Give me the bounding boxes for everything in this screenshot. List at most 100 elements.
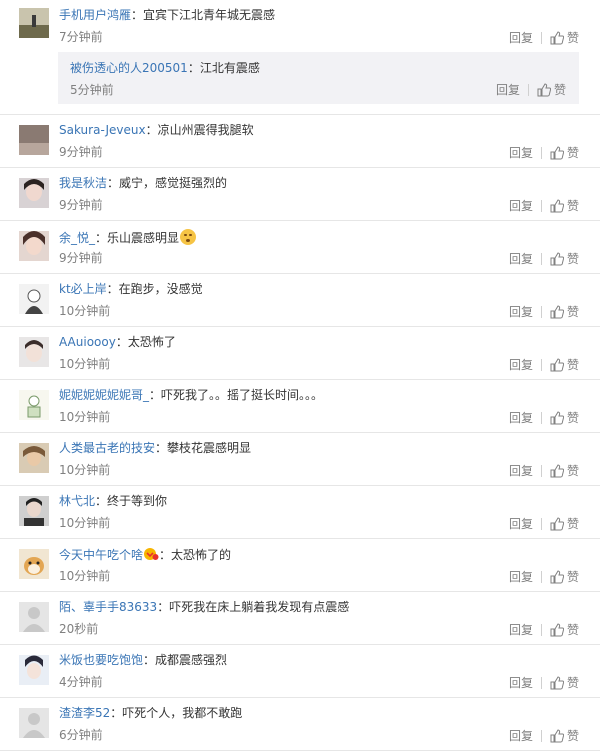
avatar[interactable] bbox=[19, 125, 49, 155]
like-button[interactable]: 赞 bbox=[537, 81, 566, 98]
divider bbox=[540, 676, 542, 689]
comment-username[interactable]: AAuioooy bbox=[59, 335, 116, 349]
like-button[interactable]: 赞 bbox=[550, 197, 579, 214]
like-button[interactable]: 赞 bbox=[550, 356, 579, 373]
comment-text: ：太恐怖了的 bbox=[159, 548, 232, 562]
comment-item: 我是秋洁：威宁，感觉挺强烈的 9分钟前 回复 赞 bbox=[0, 168, 600, 221]
reply-button[interactable]: 回复 bbox=[509, 250, 533, 267]
avatar[interactable] bbox=[19, 708, 49, 738]
avatar[interactable] bbox=[19, 284, 49, 314]
thumbs-up-icon bbox=[550, 145, 564, 159]
like-button[interactable]: 赞 bbox=[550, 727, 579, 744]
avatar[interactable] bbox=[19, 178, 49, 208]
divider bbox=[540, 729, 542, 742]
thumbs-up-icon bbox=[550, 304, 564, 318]
comment-text: ：宜宾下江北青年城无震感 bbox=[131, 8, 276, 22]
comment-username[interactable]: 米饭也要吃饱饱 bbox=[59, 653, 143, 667]
avatar[interactable] bbox=[19, 602, 49, 632]
reply-button[interactable]: 回复 bbox=[509, 29, 533, 46]
comment-text: ：吓死我了。。摇了挺长时间。。。 bbox=[149, 388, 324, 402]
avatar[interactable] bbox=[19, 443, 49, 473]
reply-button[interactable]: 回复 bbox=[509, 674, 533, 691]
reply-button[interactable]: 回复 bbox=[509, 409, 533, 426]
comment-actions: 回复 赞 bbox=[509, 409, 579, 426]
comment-username[interactable]: kt必上岸 bbox=[59, 282, 107, 296]
thumbs-up-icon bbox=[550, 728, 564, 742]
comment-actions: 回复 赞 bbox=[509, 621, 579, 638]
like-button[interactable]: 赞 bbox=[550, 621, 579, 638]
reply-time: 5分钟前 bbox=[70, 83, 114, 97]
comment-username[interactable]: 妮妮妮妮妮妮哥_ bbox=[59, 388, 149, 402]
reply-button[interactable]: 回复 bbox=[509, 515, 533, 532]
comment-item: 渣渣李52：吓死个人，我都不敢跑 6分钟前 回复 赞 bbox=[0, 698, 600, 751]
comment-username[interactable]: Sakura-Jeveux bbox=[59, 123, 146, 137]
avatar[interactable] bbox=[19, 549, 49, 579]
reply-button[interactable]: 回复 bbox=[509, 621, 533, 638]
comment-time: 10分钟前 bbox=[59, 410, 111, 424]
flushed-emoji-icon bbox=[180, 229, 197, 245]
reply-button[interactable]: 回复 bbox=[509, 462, 533, 479]
reply-button[interactable]: 回复 bbox=[509, 727, 533, 744]
reply-button[interactable]: 回复 bbox=[509, 568, 533, 585]
comment-item: 今天中午吃个啥 ：太恐怖了的 10分钟前 回复 赞 bbox=[0, 539, 600, 592]
avatar[interactable] bbox=[19, 337, 49, 367]
comment-username[interactable]: 今天中午吃个啥 bbox=[59, 548, 143, 562]
comment-username[interactable]: 林弋北 bbox=[59, 494, 95, 508]
like-button[interactable]: 赞 bbox=[550, 409, 579, 426]
thumbs-up-icon bbox=[550, 410, 564, 424]
like-label: 赞 bbox=[566, 31, 579, 45]
comment-time: 6分钟前 bbox=[59, 728, 103, 742]
divider bbox=[540, 305, 542, 318]
comment-item: kt必上岸：在跑步，没感觉 10分钟前 回复 赞 bbox=[0, 274, 600, 327]
reply-button[interactable]: 回复 bbox=[496, 81, 520, 98]
reply-button[interactable]: 回复 bbox=[509, 144, 533, 161]
like-button[interactable]: 赞 bbox=[550, 303, 579, 320]
like-button[interactable]: 赞 bbox=[550, 144, 579, 161]
comment-text: ：威宁，感觉挺强烈的 bbox=[107, 176, 228, 190]
like-button[interactable]: 赞 bbox=[550, 462, 579, 479]
comment-text: ：吓死个人，我都不敢跑 bbox=[110, 706, 243, 720]
comment-time: 10分钟前 bbox=[59, 516, 111, 530]
reply-username[interactable]: 被伤透心的人200501 bbox=[70, 61, 188, 75]
comment-item: 人类最古老的技安：攀枝花震感明显 10分钟前 回复 赞 bbox=[0, 433, 600, 486]
like-label: 赞 bbox=[566, 570, 579, 584]
thumbs-up-icon bbox=[537, 82, 551, 96]
divider bbox=[540, 358, 542, 371]
avatar[interactable] bbox=[19, 655, 49, 685]
avatar[interactable] bbox=[19, 231, 49, 261]
thumbs-up-icon bbox=[550, 198, 564, 212]
like-label: 赞 bbox=[553, 83, 566, 97]
reply-button[interactable]: 回复 bbox=[509, 303, 533, 320]
comment-username[interactable]: 人类最古老的技安 bbox=[59, 441, 155, 455]
avatar[interactable] bbox=[19, 8, 49, 38]
comment-username[interactable]: 我是秋洁 bbox=[59, 176, 107, 190]
like-button[interactable]: 赞 bbox=[550, 568, 579, 585]
reply-button[interactable]: 回复 bbox=[509, 356, 533, 373]
reply-button[interactable]: 回复 bbox=[509, 197, 533, 214]
like-label: 赞 bbox=[566, 676, 579, 690]
like-label: 赞 bbox=[566, 623, 579, 637]
comment-item: AAuioooy：太恐怖了 10分钟前 回复 赞 bbox=[0, 327, 600, 380]
comment-text: ：终于等到你 bbox=[95, 494, 168, 508]
like-button[interactable]: 赞 bbox=[550, 674, 579, 691]
avatar[interactable] bbox=[19, 496, 49, 526]
thumbs-up-icon bbox=[550, 30, 564, 44]
thumbs-up-icon bbox=[550, 675, 564, 689]
like-button[interactable]: 赞 bbox=[550, 515, 579, 532]
comment-time: 9分钟前 bbox=[59, 198, 103, 212]
comment-text: ：攀枝花震感明显 bbox=[155, 441, 252, 455]
comment-text: ：在跑步，没感觉 bbox=[106, 282, 203, 296]
comment-actions: 回复 赞 bbox=[509, 515, 579, 532]
like-button[interactable]: 赞 bbox=[550, 29, 579, 46]
comment-username[interactable]: 渣渣李52 bbox=[59, 706, 110, 720]
comment-item: 余_悦_：乐山震感明显 9分钟前 回复 赞 bbox=[0, 221, 600, 274]
comment-username[interactable]: 手机用户鸿雁 bbox=[59, 8, 131, 22]
like-label: 赞 bbox=[566, 729, 579, 743]
like-label: 赞 bbox=[566, 146, 579, 160]
divider bbox=[540, 517, 542, 530]
comment-time: 10分钟前 bbox=[59, 357, 111, 371]
comment-username[interactable]: 余_悦_ bbox=[59, 231, 95, 245]
comment-username[interactable]: 陌、辜手手83633 bbox=[59, 600, 157, 614]
like-button[interactable]: 赞 bbox=[550, 250, 579, 267]
avatar[interactable] bbox=[19, 390, 49, 420]
